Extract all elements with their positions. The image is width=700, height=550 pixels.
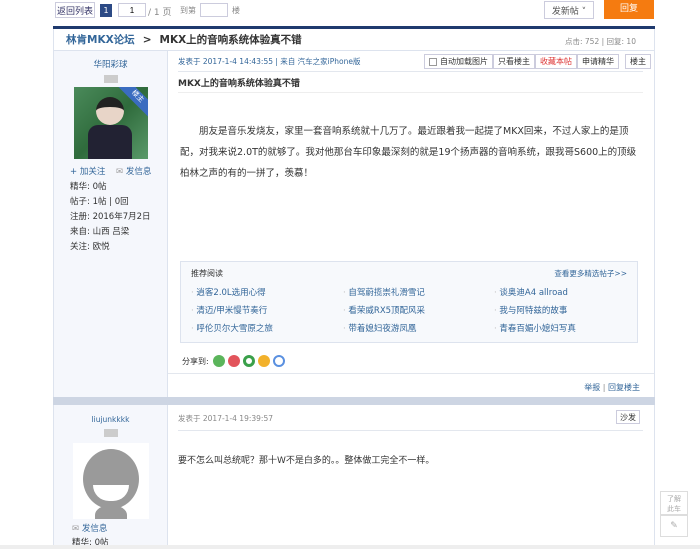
bottom-bar <box>0 545 700 549</box>
divider <box>178 71 643 72</box>
qq-icon[interactable] <box>272 355 285 367</box>
thread-stats: 点击: 752 | 回复: 10 <box>565 37 636 46</box>
reply-op-link[interactable]: 回复楼主 <box>608 383 640 392</box>
goto-floor-input[interactable] <box>200 3 228 17</box>
recommend-link[interactable]: 自驾蔚揽崇礼滑雪记 <box>343 286 425 298</box>
weibo-icon[interactable] <box>227 355 240 367</box>
back-to-list-button[interactable]: 返回列表 <box>55 2 95 18</box>
recommend-link[interactable]: 我与阿特兹的故事 <box>494 304 567 316</box>
author-stat: 注册: 2016年7月2日 <box>70 212 151 222</box>
post1-content: 发表于 2017-1-4 14:43:55 | 来自 汽车之家iPhone版 自… <box>168 51 655 397</box>
breadcrumb-separator: > <box>142 33 152 46</box>
post-meta: 发表于 2017-1-4 19:39:57 <box>178 414 273 423</box>
post-body: 朋友是音乐发烧友，家里一套音响系统就十几万了。最近跟着我一起提了MKX回来，不过… <box>180 126 637 179</box>
friends-circle-icon[interactable] <box>242 355 255 367</box>
share-label: 分享到: <box>182 356 209 366</box>
recommend-link[interactable]: 呼伦贝尔大雪原之旅 <box>191 322 273 334</box>
recommend-link[interactable]: 清迈/甲米慢节奏行 <box>191 304 267 316</box>
qzone-icon[interactable] <box>257 355 270 367</box>
author-stat: 来自: 山西 吕梁 <box>70 227 130 237</box>
more-featured-link[interactable]: 查看更多精选帖子>> <box>554 268 627 279</box>
post1-author-sidebar: 华阳彩球 楼主 + 加关注 ✉ 发信息 精华: 0帖 帖子: 1帖 | 0回 注… <box>53 51 168 397</box>
divider <box>178 92 643 93</box>
goto-suffix: 楼 <box>232 6 240 15</box>
page-1-button[interactable]: 1 <box>100 4 112 17</box>
divider <box>178 430 643 431</box>
edit-icon[interactable]: ✎ <box>660 515 688 537</box>
page-input[interactable] <box>118 3 146 17</box>
floor-label: 楼主 <box>625 54 651 69</box>
recommend-link[interactable]: 带着媳妇夜游凤凰 <box>343 322 416 334</box>
wechat-icon[interactable] <box>212 355 225 367</box>
thread-title: MKX上的音响系统体验真不错 <box>159 34 302 46</box>
post-body: 要不怎么叫总统呢？那十W不是白多的。。整体做工完全不一样。 <box>178 456 435 466</box>
level-icon <box>103 75 118 83</box>
report-link[interactable]: 举报 <box>584 383 600 392</box>
page-total: / 1 页 <box>148 8 172 18</box>
mail-icon: ✉ <box>72 524 82 534</box>
avatar[interactable]: 楼主 <box>73 87 148 159</box>
only-op-button[interactable]: 只看楼主 <box>493 54 535 69</box>
favorite-button[interactable]: 收藏本帖 <box>535 54 577 69</box>
level-icon <box>103 429 118 437</box>
follow-button[interactable]: + 加关注 <box>70 167 105 177</box>
author-name[interactable]: liujunkkkk <box>54 415 167 424</box>
author-stat: 帖子: 1帖 | 0回 <box>70 197 129 207</box>
new-post-button[interactable]: 发新帖 ˅ <box>544 1 594 19</box>
floor-label: 沙发 <box>616 410 640 424</box>
author-stat: 关注: 欧悦 <box>70 242 110 252</box>
post-title: MKX上的音响系统体验真不错 <box>178 79 300 89</box>
forum-link[interactable]: 林肯MKX论坛 <box>66 32 135 47</box>
mail-icon: ✉ <box>116 167 126 177</box>
recommend-title: 推荐阅读 <box>191 269 223 278</box>
post-meta: 发表于 2017-1-4 14:43:55 | 来自 汽车之家iPhone版 <box>178 57 361 66</box>
about-car-button[interactable]: 了解此车 <box>660 491 688 515</box>
recommend-link[interactable]: 逍客2.0L选用心得 <box>191 286 265 298</box>
default-avatar[interactable] <box>72 443 149 519</box>
reply-button[interactable]: 回复 <box>604 0 654 19</box>
goto-label: 到第 <box>180 6 196 15</box>
recommend-box: 推荐阅读 查看更多精选帖子>> 逍客2.0L选用心得 自驾蔚揽崇礼滑雪记 谈奥迪… <box>180 261 638 343</box>
post2-author-sidebar: liujunkkkk ✉ 发信息 精华: 0帖 <box>53 405 168 549</box>
post2-content: 发表于 2017-1-4 19:39:57 沙发 要不怎么叫总统呢？那十W不是白… <box>168 405 655 549</box>
plus-icon: + <box>70 167 80 177</box>
recommend-link[interactable]: 看荣威RX5顶配风采 <box>343 304 425 316</box>
send-message-button[interactable]: ✉ 发信息 <box>116 167 151 177</box>
post-separator <box>53 397 655 405</box>
apply-featured-button[interactable]: 申请精华 <box>577 54 619 69</box>
author-name[interactable]: 华阳彩球 <box>54 58 167 70</box>
author-stat: 精华: 0帖 <box>70 182 107 192</box>
recommend-link[interactable]: 青春百媚小媳妇写真 <box>494 322 576 334</box>
send-message-button[interactable]: ✉ 发信息 <box>72 524 107 534</box>
autoload-images-checkbox[interactable]: 自动加载图片 <box>424 54 493 69</box>
divider <box>168 373 654 374</box>
recommend-link[interactable]: 谈奥迪A4 allroad <box>494 286 567 298</box>
